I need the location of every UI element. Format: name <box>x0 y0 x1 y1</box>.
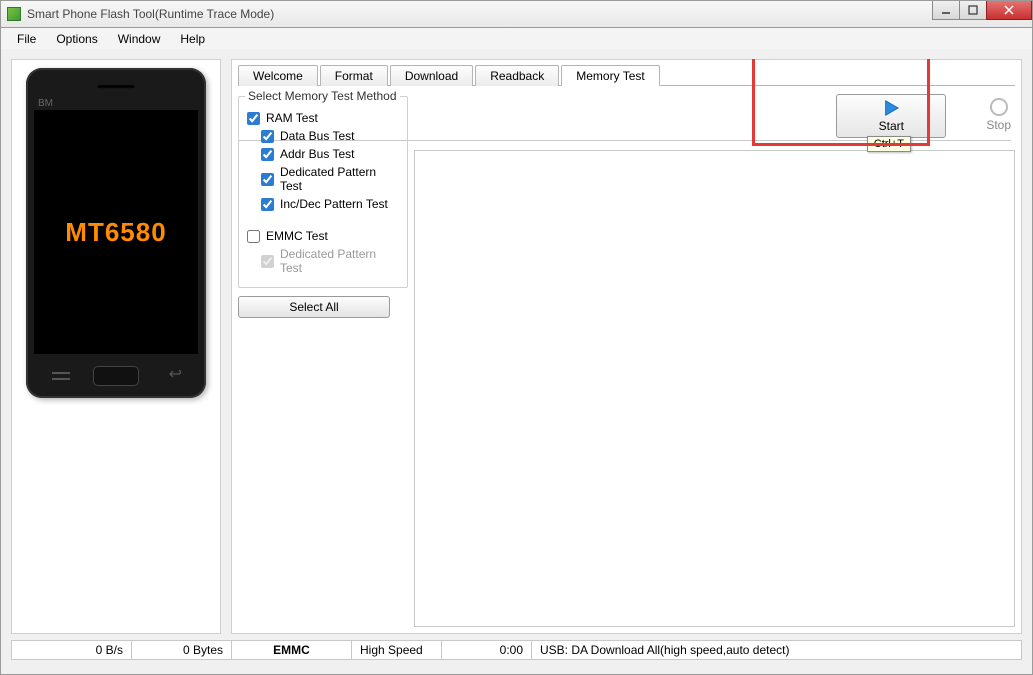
emmc-dedicated-checkbox: Dedicated Pattern Test <box>261 247 399 275</box>
menu-bar: File Options Window Help <box>0 28 1033 49</box>
start-button-label: Start <box>879 119 904 133</box>
dedicated-pattern-input[interactable] <box>261 173 274 186</box>
status-storage: EMMC <box>232 641 352 659</box>
status-usb: USB: DA Download All(high speed,auto det… <box>532 641 1021 659</box>
status-bytes: 0 Bytes <box>132 641 232 659</box>
status-inner: 0 B/s 0 Bytes EMMC High Speed 0:00 USB: … <box>11 640 1022 660</box>
stop-button-label: Stop <box>986 118 1011 132</box>
work-area: BM MT6580 ↩ Welcome Format Download Read… <box>11 59 1022 634</box>
status-time: 0:00 <box>442 641 532 659</box>
test-method-group: Select Memory Test Method RAM Test Data … <box>238 96 408 288</box>
earpiece-icon <box>96 84 136 89</box>
maximize-button[interactable] <box>959 1 987 20</box>
app-icon <box>7 7 21 21</box>
minimize-button[interactable] <box>932 1 960 20</box>
tab-download[interactable]: Download <box>390 65 473 86</box>
status-mode: High Speed <box>352 641 442 659</box>
window-title: Smart Phone Flash Tool(Runtime Trace Mod… <box>27 7 933 21</box>
menu-options[interactable]: Options <box>46 30 107 48</box>
main-panel: Welcome Format Download Readback Memory … <box>231 59 1022 634</box>
addr-bus-test-checkbox[interactable]: Addr Bus Test <box>261 147 399 161</box>
ram-test-input[interactable] <box>247 112 260 125</box>
ram-test-checkbox[interactable]: RAM Test <box>247 111 399 125</box>
tab-welcome[interactable]: Welcome <box>238 65 318 86</box>
data-bus-test-checkbox[interactable]: Data Bus Test <box>261 129 399 143</box>
inc-dec-input[interactable] <box>261 198 274 211</box>
phone-screen: MT6580 <box>34 110 198 354</box>
tab-memory-test[interactable]: Memory Test <box>561 65 659 86</box>
close-button[interactable] <box>986 1 1032 20</box>
ram-test-label: RAM Test <box>266 111 318 125</box>
play-icon <box>882 99 900 117</box>
tab-strip: Welcome Format Download Readback Memory … <box>238 64 1015 86</box>
menu-window[interactable]: Window <box>108 30 171 48</box>
emmc-test-checkbox[interactable]: EMMC Test <box>247 229 399 243</box>
start-button[interactable]: Start <box>836 94 946 138</box>
inc-dec-label: Inc/Dec Pattern Test <box>280 197 388 211</box>
phone-home-icon <box>93 366 139 386</box>
addr-bus-label: Addr Bus Test <box>280 147 354 161</box>
client-area: BM MT6580 ↩ Welcome Format Download Read… <box>0 49 1033 675</box>
stop-button[interactable]: Stop <box>986 98 1011 132</box>
select-all-button[interactable]: Select All <box>238 296 390 318</box>
memory-test-options: Select Memory Test Method RAM Test Data … <box>238 86 408 627</box>
inc-dec-pattern-checkbox[interactable]: Inc/Dec Pattern Test <box>261 197 399 211</box>
title-bar: Smart Phone Flash Tool(Runtime Trace Mod… <box>0 0 1033 28</box>
device-panel: BM MT6580 ↩ <box>11 59 221 634</box>
window-controls <box>933 1 1032 27</box>
status-speed: 0 B/s <box>12 641 132 659</box>
shortcut-tooltip: Ctrl+T <box>867 136 911 152</box>
stop-icon <box>990 98 1008 116</box>
tab-format[interactable]: Format <box>320 65 388 86</box>
phone-menu-icon <box>52 370 70 382</box>
addr-bus-input[interactable] <box>261 148 274 161</box>
data-bus-input[interactable] <box>261 130 274 143</box>
emmc-dedicated-input <box>261 255 274 268</box>
status-bar: 0 B/s 0 Bytes EMMC High Speed 0:00 USB: … <box>11 640 1022 670</box>
phone-back-icon: ↩ <box>169 364 182 384</box>
action-row: Start Stop Ctrl+T <box>836 86 1011 138</box>
menu-file[interactable]: File <box>7 30 46 48</box>
chipset-label: MT6580 <box>65 217 166 248</box>
emmc-test-label: EMMC Test <box>266 229 328 243</box>
menu-help[interactable]: Help <box>170 30 215 48</box>
output-log[interactable] <box>414 150 1015 627</box>
emmc-dedicated-label: Dedicated Pattern Test <box>280 247 399 275</box>
phone-brand-label: BM <box>38 98 53 109</box>
data-bus-label: Data Bus Test <box>280 129 354 143</box>
phone-illustration: BM MT6580 ↩ <box>26 68 206 398</box>
dedicated-pattern-checkbox[interactable]: Dedicated Pattern Test <box>261 165 399 193</box>
tab-readback[interactable]: Readback <box>475 65 559 86</box>
emmc-test-input[interactable] <box>247 230 260 243</box>
tab-body: Start Stop Ctrl+T Select Memory Test Met… <box>238 86 1015 627</box>
group-legend: Select Memory Test Method <box>245 89 400 103</box>
dedicated-pattern-label: Dedicated Pattern Test <box>280 165 399 193</box>
